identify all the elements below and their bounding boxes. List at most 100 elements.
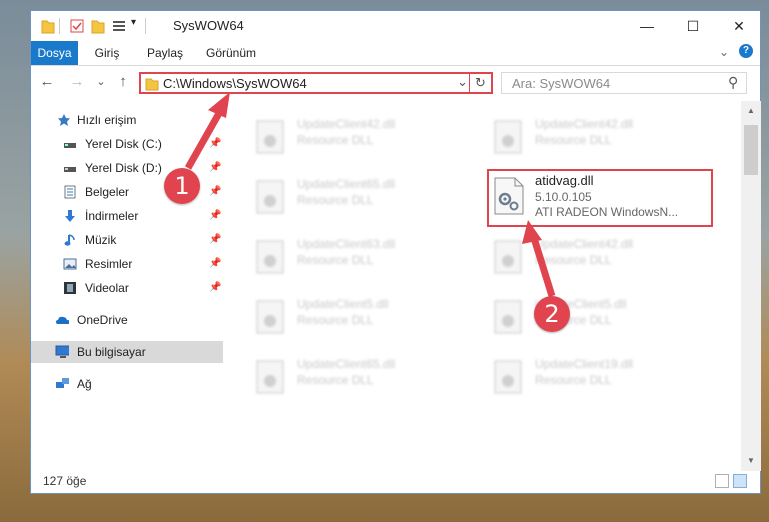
sidebar-item-label: İndirmeler xyxy=(85,209,139,223)
search-input[interactable]: Ara: SysWOW64 ⚲ xyxy=(501,72,747,94)
item-count: 127 öğe xyxy=(43,474,87,488)
file-name: UpdateClient63.dll xyxy=(297,237,396,251)
file-description: ATI RADEON WindowsN... xyxy=(535,205,679,219)
sidebar-item-onedrive[interactable]: OneDrive xyxy=(31,309,223,331)
sidebar-item-label: Resimler xyxy=(85,257,133,271)
help-icon[interactable]: ? xyxy=(739,44,753,58)
tiles-view-icon[interactable] xyxy=(733,474,747,488)
tab-view[interactable]: Görünüm xyxy=(203,41,259,65)
address-row: ← → ⌄ ↑ C:\Windows\SysWOW64 ⌄ ↻ Ara: Sys… xyxy=(31,66,760,99)
scroll-thumb[interactable] xyxy=(744,125,758,175)
ribbon-expand-icon[interactable]: ⌄ xyxy=(719,45,729,59)
new-folder-icon[interactable] xyxy=(91,18,105,34)
folder-icon xyxy=(41,20,55,34)
file-tile[interactable]: UpdateClient63.dll Resource DLL xyxy=(249,233,485,285)
pin-icon[interactable]: 📌 xyxy=(209,181,221,203)
network-icon xyxy=(56,378,69,388)
file-description: Resource DLL xyxy=(297,133,374,147)
search-placeholder: Ara: SysWOW64 xyxy=(512,76,611,91)
details-view-icon[interactable] xyxy=(715,474,729,488)
sidebar-item-label: Ağ xyxy=(77,377,92,391)
sidebar-item-label: Yerel Disk (C:) xyxy=(85,137,162,151)
drive-icon xyxy=(64,143,76,148)
back-button[interactable]: ← xyxy=(37,72,57,92)
dll-file-icon xyxy=(256,240,284,274)
address-path: C:\Windows\SysWOW64 xyxy=(163,76,307,91)
address-bar[interactable]: C:\Windows\SysWOW64 ⌄ ↻ xyxy=(139,72,493,94)
address-divider xyxy=(469,72,470,94)
pin-icon[interactable]: 📌 xyxy=(209,277,221,299)
tab-share[interactable]: Paylaş xyxy=(143,41,187,65)
file-name: UpdateClient65.dll xyxy=(297,177,396,191)
address-dropdown-icon[interactable]: ⌄ xyxy=(457,74,468,90)
close-button[interactable]: ✕ xyxy=(716,11,762,41)
file-list: UpdateClient42.dll Resource DLL UpdateCl… xyxy=(227,101,741,471)
forward-button[interactable]: → xyxy=(67,72,87,92)
sidebar-item-videos[interactable]: Videolar 📌 xyxy=(31,277,223,299)
file-name: UpdateClient42.dll xyxy=(535,117,634,131)
folder-icon xyxy=(145,78,159,91)
maximize-button[interactable]: ☐ xyxy=(670,11,716,41)
sidebar-item-local-disk-c[interactable]: Yerel Disk (C:) 📌 xyxy=(31,133,223,155)
pin-icon[interactable]: 📌 xyxy=(209,205,221,227)
pin-icon[interactable]: 📌 xyxy=(209,229,221,251)
file-tile[interactable]: UpdateClient65.dll Resource DLL xyxy=(249,353,485,405)
file-description: Resource DLL xyxy=(297,253,374,267)
minimize-button[interactable]: — xyxy=(624,11,670,41)
file-description: Resource DLL xyxy=(297,313,374,327)
file-description: Resource DLL xyxy=(297,193,374,207)
sidebar-item-label: Bu bilgisayar xyxy=(77,345,146,359)
sidebar-item-downloads[interactable]: İndirmeler 📌 xyxy=(31,205,223,227)
sidebar-item-quick-access[interactable]: Hızlı erişim xyxy=(31,109,223,131)
scroll-down-icon[interactable]: ▼ xyxy=(741,453,761,469)
file-tile[interactable]: UpdateClient42.dll Resource DLL xyxy=(487,113,723,165)
dll-file-icon xyxy=(256,300,284,334)
music-icon xyxy=(64,234,75,246)
search-icon: ⚲ xyxy=(728,74,739,90)
sidebar-item-label: Belgeler xyxy=(85,185,130,199)
drive-icon xyxy=(64,167,76,172)
properties-icon[interactable] xyxy=(69,18,85,34)
sidebar-item-pictures[interactable]: Resimler 📌 xyxy=(31,253,223,275)
ribbon-tabs: Dosya Giriş Paylaş Görünüm ⌄ ? xyxy=(31,41,760,66)
up-button[interactable]: ↑ xyxy=(113,72,133,92)
file-tile[interactable]: UpdateClient19.dll Resource DLL xyxy=(487,353,723,405)
window-title: SysWOW64 xyxy=(173,18,244,33)
sidebar-item-label: Müzik xyxy=(85,233,117,247)
qa-separator xyxy=(59,18,60,34)
sidebar-item-this-pc[interactable]: Bu bilgisayar xyxy=(31,341,223,363)
file-tile[interactable]: UpdateClient65.dll Resource DLL xyxy=(249,173,485,225)
file-description: Resource DLL xyxy=(535,253,612,267)
history-dropdown-icon[interactable]: ⌄ xyxy=(91,72,111,92)
explorer-window: ▾ SysWOW64 — ☐ ✕ Dosya Giriş Paylaş Görü… xyxy=(30,10,761,494)
document-icon xyxy=(64,185,76,199)
marker-1: 1 xyxy=(164,168,200,204)
file-name: UpdateClient65.dll xyxy=(297,357,396,371)
file-version: 5.10.0.105 xyxy=(535,190,592,204)
pin-icon[interactable]: 📌 xyxy=(209,133,221,155)
file-tile[interactable]: UpdateClient42.dll Resource DLL xyxy=(249,113,485,165)
highlighted-file-tile[interactable]: atidvag.dll 5.10.0.105 ATI RADEON Window… xyxy=(487,169,713,227)
file-description: Resource DLL xyxy=(535,133,612,147)
customize-icon[interactable] xyxy=(111,18,127,34)
sidebar-item-network[interactable]: Ağ xyxy=(31,373,223,395)
file-description: Resource DLL xyxy=(535,373,612,387)
pin-icon[interactable]: 📌 xyxy=(209,253,221,275)
pictures-icon xyxy=(63,258,77,270)
file-tile[interactable]: UpdateClient5.dll Resource DLL xyxy=(249,293,485,345)
tab-home[interactable]: Giriş xyxy=(89,41,125,65)
dll-gears-icon xyxy=(494,177,524,215)
dll-file-icon xyxy=(494,120,522,154)
pin-icon[interactable]: 📌 xyxy=(209,157,221,179)
marker-2: 2 xyxy=(534,296,570,332)
vertical-scrollbar[interactable]: ▲ ▼ xyxy=(741,101,761,471)
tab-file[interactable]: Dosya xyxy=(31,41,78,65)
refresh-button[interactable]: ↻ xyxy=(475,75,486,91)
sidebar-item-music[interactable]: Müzik 📌 xyxy=(31,229,223,251)
qa-dropdown-icon[interactable]: ▾ xyxy=(131,17,136,33)
qa-separator-2 xyxy=(145,18,146,34)
file-tile[interactable]: UpdateClient42.dll Resource DLL xyxy=(487,233,723,285)
dll-file-icon xyxy=(494,360,522,394)
scroll-up-icon[interactable]: ▲ xyxy=(741,103,761,119)
file-tile[interactable]: UpdateClient5.dll Resource DLL xyxy=(487,293,723,345)
